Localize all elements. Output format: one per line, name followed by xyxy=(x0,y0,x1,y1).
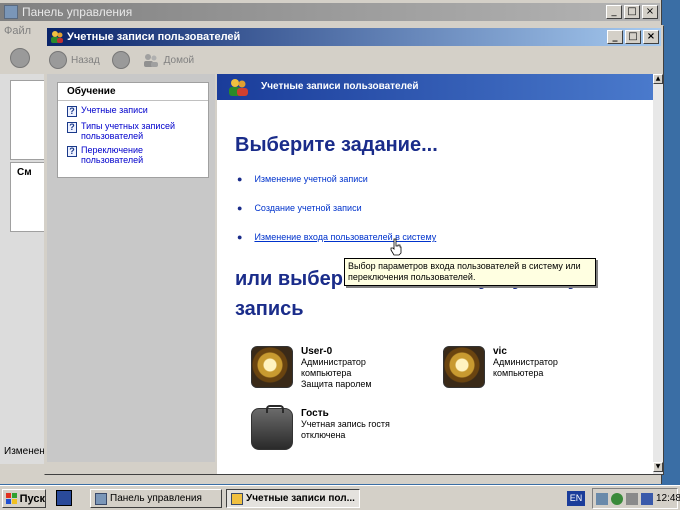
content-banner: Учетные записи пользователей xyxy=(217,74,654,100)
control-panel-titlebar[interactable]: Панель управления _ □ × xyxy=(0,3,660,21)
home-label: Домой xyxy=(163,54,195,66)
scroll-up-button[interactable]: ▲ xyxy=(653,74,663,84)
back-close-button[interactable]: × xyxy=(642,5,658,19)
learn-item-label[interactable]: Переключение пользователей xyxy=(81,145,202,165)
control-panel-icon xyxy=(4,5,18,19)
network-icon[interactable] xyxy=(596,492,608,505)
system-tray: 12:48 xyxy=(592,488,680,509)
account-user-0[interactable]: User-0 Администратор компьютера Защита п… xyxy=(251,346,372,390)
control-panel-icon xyxy=(95,492,107,505)
clock: 12:48 xyxy=(656,493,680,504)
back-label: Назад xyxy=(71,54,100,66)
user-accounts-banner-icon xyxy=(229,79,248,96)
help-icon: ? xyxy=(67,146,77,157)
back-status-text: Изменен xyxy=(4,446,45,457)
task-change-logon[interactable]: ● Изменение входа пользователей в систем… xyxy=(237,232,436,242)
account-detail: Администратор xyxy=(301,357,366,367)
bullet-icon: ● xyxy=(237,203,243,213)
window-title: Учетные записи пользователей xyxy=(67,31,241,43)
taskbar-button-label: Панель управления xyxy=(110,493,202,504)
back-task-box xyxy=(10,80,46,160)
back-left-panel: См xyxy=(0,74,46,464)
back-button[interactable]: Назад xyxy=(49,51,108,69)
account-detail: компьютера xyxy=(301,368,352,378)
account-name: vic xyxy=(493,346,507,357)
learn-item-label[interactable]: Учетные записи xyxy=(81,105,148,115)
learn-item-accounts[interactable]: ? Учетные записи xyxy=(58,101,208,117)
learn-box: Обучение ? Учетные записи ? Типы учетных… xyxy=(57,82,209,178)
start-button[interactable]: Пуск xyxy=(2,489,46,508)
taskbar-button-label: Учетные записи пол... xyxy=(246,493,355,504)
task-pane: Обучение ? Учетные записи ? Типы учетных… xyxy=(47,74,215,462)
arrow-left-icon xyxy=(49,51,67,69)
language-indicator[interactable]: EN xyxy=(567,491,585,506)
volume-icon[interactable] xyxy=(626,492,638,505)
task-label[interactable]: Изменение входа пользователей в систему xyxy=(254,232,436,242)
back-minimize-button[interactable]: _ xyxy=(606,5,622,19)
display-icon[interactable] xyxy=(641,492,653,505)
bullet-icon: ● xyxy=(237,174,243,184)
banner-title: Учетные записи пользователей xyxy=(261,81,419,92)
pick-task-heading: Выберите задание... xyxy=(235,134,438,156)
account-detail: отключена xyxy=(301,430,346,440)
home-button[interactable]: Домой xyxy=(142,52,202,68)
toolbar: Назад Домой xyxy=(47,48,661,72)
menu-file[interactable]: Файл xyxy=(4,25,31,37)
tooltip: Выбор параметров входа пользователей в с… xyxy=(344,258,596,286)
task-label[interactable]: Создание учетной записи xyxy=(254,203,361,213)
avatar xyxy=(443,346,485,388)
account-detail: Администратор xyxy=(493,357,558,367)
task-label[interactable]: Изменение учетной записи xyxy=(254,174,367,184)
task-create-account[interactable]: ● Создание учетной записи xyxy=(237,203,362,213)
minimize-button[interactable]: _ xyxy=(607,30,623,44)
learn-item-switching[interactable]: ? Переключение пользователей xyxy=(58,141,208,165)
security-icon[interactable] xyxy=(611,492,623,505)
account-vic[interactable]: vic Администратор компьютера xyxy=(443,346,558,388)
user-accounts-icon xyxy=(231,492,243,505)
learn-item-account-types[interactable]: ? Типы учетных записей пользователей xyxy=(58,117,208,141)
user-accounts-window: Учетные записи пользователей _ □ × Назад… xyxy=(44,25,664,475)
arrow-right-icon xyxy=(111,51,130,69)
vertical-scrollbar[interactable]: ▲ ▼ xyxy=(653,74,663,474)
control-panel-title: Панель управления xyxy=(22,5,133,19)
help-icon: ? xyxy=(67,106,77,117)
user-accounts-titlebar[interactable]: Учетные записи пользователей _ □ × xyxy=(47,28,661,46)
back-nav-icon[interactable] xyxy=(10,48,30,68)
quick-launch-icon[interactable] xyxy=(56,490,72,506)
guest-briefcase-icon xyxy=(251,405,293,450)
help-icon: ? xyxy=(67,122,77,133)
start-label: Пуск xyxy=(19,492,45,505)
account-detail: компьютера xyxy=(493,368,544,378)
avatar xyxy=(251,346,293,388)
taskbar: Пуск Панель управления Учетные записи по… xyxy=(0,485,680,510)
account-detail: Защита паролем xyxy=(301,379,372,389)
account-guest[interactable]: Гость Учетная запись гостя отключена xyxy=(251,405,390,450)
bullet-icon: ● xyxy=(237,232,243,242)
scroll-down-button[interactable]: ▼ xyxy=(653,462,663,472)
taskbar-button-control-panel[interactable]: Панель управления xyxy=(90,489,222,508)
taskbar-button-user-accounts[interactable]: Учетные записи пол... xyxy=(226,489,360,508)
back-see-also-box: См xyxy=(10,162,46,232)
task-change-account[interactable]: ● Изменение учетной записи xyxy=(237,174,368,184)
back-maximize-button[interactable]: □ xyxy=(624,5,640,19)
forward-button[interactable] xyxy=(111,51,138,69)
learn-item-label[interactable]: Типы учетных записей пользователей xyxy=(81,121,202,141)
account-detail: Учетная запись гостя xyxy=(301,419,390,429)
back-toolbar xyxy=(10,48,30,68)
user-accounts-icon xyxy=(51,31,63,43)
account-name: Гость xyxy=(301,408,329,419)
maximize-button[interactable]: □ xyxy=(625,30,641,44)
windows-logo-icon xyxy=(6,493,17,504)
hand-cursor-icon xyxy=(390,238,402,256)
home-icon xyxy=(143,54,158,67)
close-button[interactable]: × xyxy=(643,30,659,44)
account-name: User-0 xyxy=(301,346,333,357)
learn-header: Обучение xyxy=(58,83,208,101)
back-see-also-header: См xyxy=(17,167,32,178)
